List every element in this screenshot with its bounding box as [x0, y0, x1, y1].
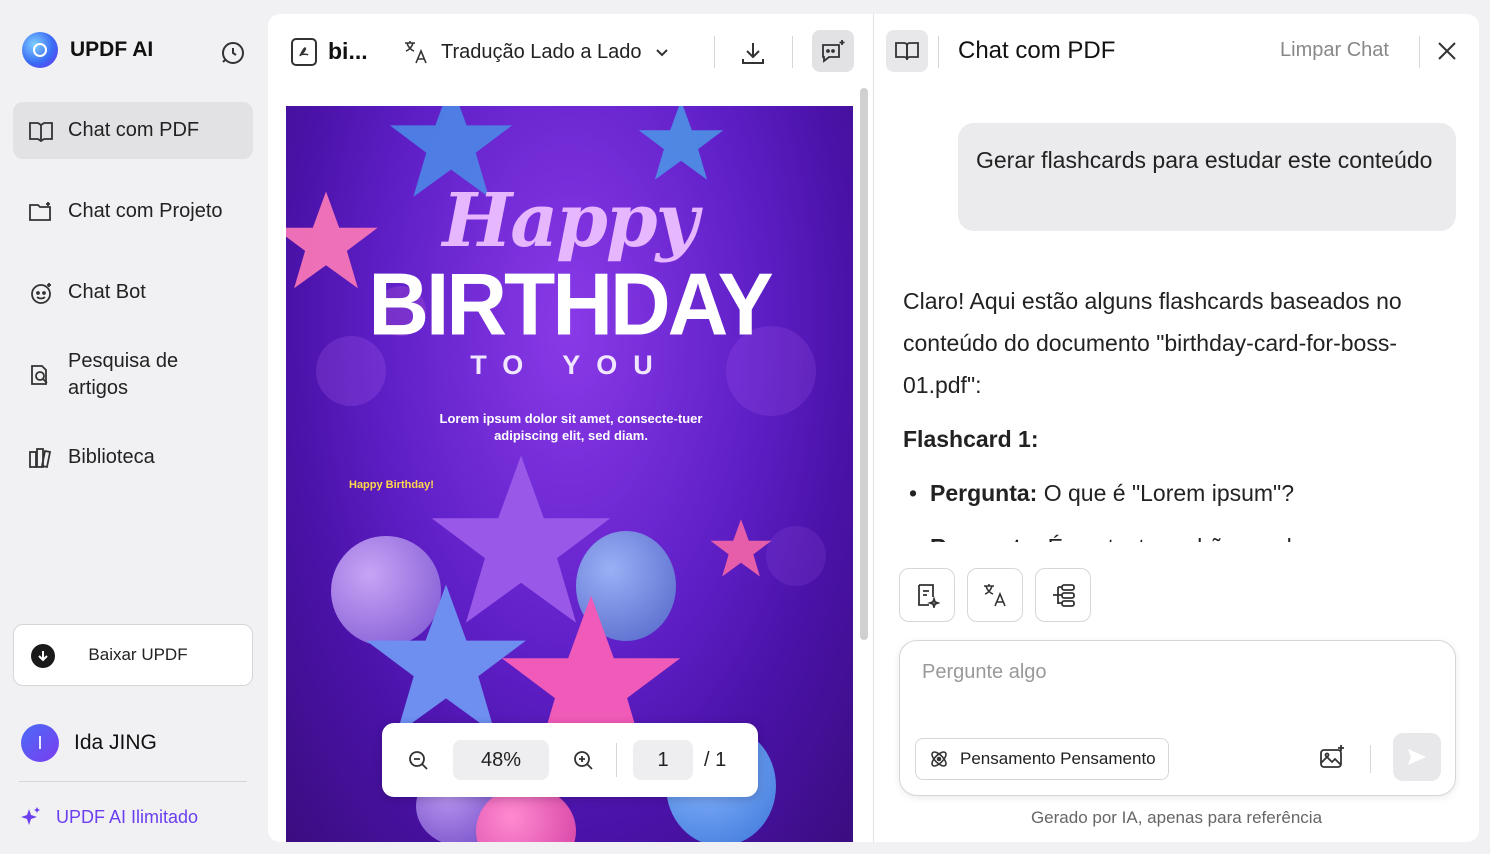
input-divider	[1370, 745, 1371, 773]
divider	[19, 781, 247, 782]
zoom-in-icon[interactable]	[572, 749, 594, 776]
download-updf-button[interactable]: Baixar UPDF	[13, 624, 253, 686]
list-item: Resposta: É um texto padrão usado como	[903, 526, 1463, 542]
sparkle-icon	[21, 807, 40, 825]
zoom-toolbar: 48% 1 / 1	[382, 723, 758, 797]
pdf-file-icon	[291, 38, 317, 66]
book-open-icon	[29, 121, 53, 142]
sidebar-item-label: Chat com PDF	[68, 119, 200, 141]
book-icon[interactable]	[886, 30, 928, 72]
summarize-icon[interactable]	[899, 568, 955, 622]
sidebar-item-label: Chat com Projeto	[68, 200, 223, 222]
ai-intro: Claro! Aqui estão alguns flashcards base…	[903, 288, 1402, 398]
user-message: Gerar flashcards para estudar este conte…	[958, 123, 1456, 231]
chat-panel: Chat com PDF Limpar Chat Gerar flashcard…	[873, 14, 1479, 842]
translate-icon	[405, 41, 427, 64]
card-lorem: Lorem ipsum dolor sit amet, consecte-tue…	[439, 411, 703, 443]
sidebar-item-chat-pdf[interactable]: Chat com PDF	[13, 102, 253, 159]
translate-icon[interactable]	[967, 568, 1023, 622]
user-name: Ida JING	[74, 731, 157, 754]
translate-label: Tradução Lado a Lado	[441, 40, 642, 63]
image-upload-icon[interactable]	[1318, 743, 1346, 776]
flashcard-title: Flashcard 1:	[903, 426, 1039, 452]
sidebar-item-label: Chat Bot	[68, 281, 146, 303]
brand-name: UPDF AI	[70, 38, 154, 61]
sidebar-item-label: Biblioteca	[68, 446, 155, 468]
quick-actions	[899, 568, 1091, 622]
pdf-panel: bi... Tradução Lado a Lado Happy BIRTHDA…	[268, 14, 873, 842]
close-icon[interactable]	[1436, 40, 1458, 67]
pdf-toolbar: bi... Tradução Lado a Lado	[268, 14, 873, 90]
list-item: Pergunta: O que é "Lorem ipsum"?	[903, 472, 1463, 514]
clear-chat-button[interactable]: Limpar Chat	[1280, 39, 1389, 62]
card-birthday: BIRTHDAY	[368, 254, 773, 354]
atom-icon	[931, 751, 947, 767]
header-divider	[938, 36, 939, 68]
toolbar-divider	[792, 36, 793, 68]
upgrade-label: UPDF AI Ilimitado	[56, 806, 199, 827]
zoom-divider	[616, 743, 617, 777]
page-number-input[interactable]: 1	[633, 740, 693, 780]
ai-assistant-icon[interactable]	[812, 30, 854, 72]
avatar: I	[21, 724, 59, 762]
sidebar-item-biblioteca[interactable]: Biblioteca	[13, 429, 253, 486]
sidebar: UPDF AI Chat com PDF Chat com Projeto Ch…	[0, 0, 268, 854]
page-total: / 1	[704, 749, 727, 771]
header-divider	[1419, 36, 1420, 68]
thinking-toggle[interactable]: Pensamento Pensamento	[915, 738, 1169, 780]
sidebar-item-chat-bot[interactable]: Chat Bot	[13, 264, 253, 321]
download-label: Baixar UPDF	[88, 645, 188, 664]
card-to-you: TO YOU	[470, 350, 669, 380]
sidebar-item-chat-projeto[interactable]: Chat com Projeto	[13, 183, 253, 240]
user-profile[interactable]: I Ida JING	[21, 724, 157, 762]
sidebar-item-pesquisa-artigos[interactable]: Pesquisa de artigos	[13, 345, 253, 405]
bot-icon	[31, 282, 51, 304]
chat-input[interactable]	[922, 661, 1422, 684]
sidebar-nav: Chat com PDF Chat com Projeto Chat Bot P…	[13, 102, 253, 510]
send-icon[interactable]	[1393, 733, 1441, 781]
zoom-level[interactable]: 48%	[453, 740, 549, 780]
chat-title: Chat com PDF	[958, 37, 1116, 64]
ai-message: Claro! Aqui estão alguns flashcards base…	[903, 280, 1463, 542]
upgrade-link[interactable]: UPDF AI Ilimitado	[20, 806, 198, 828]
ai-disclaimer: Gerado por IA, apenas para referência	[1030, 808, 1323, 827]
chevron-down-icon	[655, 49, 668, 57]
thinking-label: Pensamento Pensamento	[960, 749, 1156, 768]
mindmap-icon[interactable]	[1035, 568, 1091, 622]
library-icon	[29, 447, 52, 468]
translate-dropdown[interactable]: Tradução Lado a Lado	[403, 39, 670, 65]
flashcard-list: Pergunta: O que é "Lorem ipsum"? Respost…	[903, 472, 1463, 542]
chat-input-box: Pensamento Pensamento	[899, 640, 1456, 796]
history-icon[interactable]	[219, 39, 247, 67]
card-happy: Happy	[442, 178, 698, 264]
folder-sparkle-icon	[29, 201, 51, 221]
brand: UPDF AI	[22, 32, 153, 68]
toolbar-divider	[714, 36, 715, 68]
zoom-out-icon[interactable]	[407, 749, 429, 776]
article-search-icon	[31, 365, 48, 385]
updf-logo-icon	[22, 32, 58, 68]
sidebar-item-label: Pesquisa de artigos	[68, 350, 179, 399]
file-name[interactable]: bi...	[328, 38, 368, 65]
download-pdf-icon[interactable]	[740, 40, 766, 71]
pdf-scrollbar[interactable]	[860, 88, 868, 640]
